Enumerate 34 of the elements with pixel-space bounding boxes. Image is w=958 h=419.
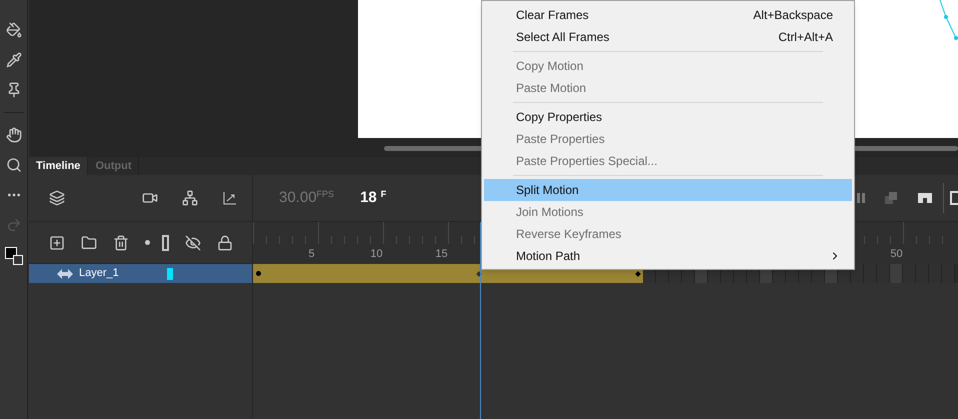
lock-icon[interactable] (217, 234, 233, 250)
graph-icon[interactable] (222, 190, 238, 206)
hierarchy-icon[interactable] (182, 190, 198, 206)
empty-frame-cell[interactable] (890, 264, 903, 283)
paint-bucket-icon[interactable] (6, 22, 22, 38)
folder-icon[interactable] (81, 234, 97, 250)
zoom-icon[interactable] (6, 157, 22, 173)
ruler-label: 5 (307, 247, 316, 262)
hide-icon[interactable] (185, 234, 201, 250)
trash-icon[interactable] (113, 234, 129, 250)
menu-item[interactable]: Motion Path (484, 245, 852, 267)
frame-icon[interactable] (917, 192, 933, 204)
layer-row[interactable]: Layer_1 (29, 264, 253, 283)
frame-readout[interactable]: 18 $^{F}$ (360, 186, 386, 210)
ruler-label: 50 (889, 247, 904, 262)
tween-layer-icon (56, 268, 74, 280)
ruler-label: 10 (369, 247, 384, 262)
layers-icon[interactable] (49, 190, 65, 206)
eyedropper-icon[interactable] (6, 52, 22, 68)
outline-icon[interactable] (162, 234, 169, 250)
menu-item[interactable]: Select All Frames Ctrl+Alt+A (484, 26, 852, 48)
menu-item[interactable]: Copy Properties (484, 106, 852, 128)
ruler-label: 15 (434, 247, 449, 262)
layer-color-icon[interactable] (167, 268, 173, 280)
menu-item[interactable]: Split Motion (484, 179, 852, 201)
add-layer-icon[interactable] (49, 234, 65, 250)
end-keyframe-icon (635, 270, 641, 276)
menu-item[interactable]: Clear Frames Alt+Backspace (484, 4, 852, 26)
hand-icon[interactable] (6, 127, 22, 143)
pin-icon[interactable] (6, 82, 22, 98)
playhead[interactable] (477, 222, 483, 419)
panel-tab[interactable]: Timeline (29, 157, 88, 175)
keyframe-icon (256, 271, 261, 276)
color-swatch-icon[interactable] (4, 247, 22, 265)
